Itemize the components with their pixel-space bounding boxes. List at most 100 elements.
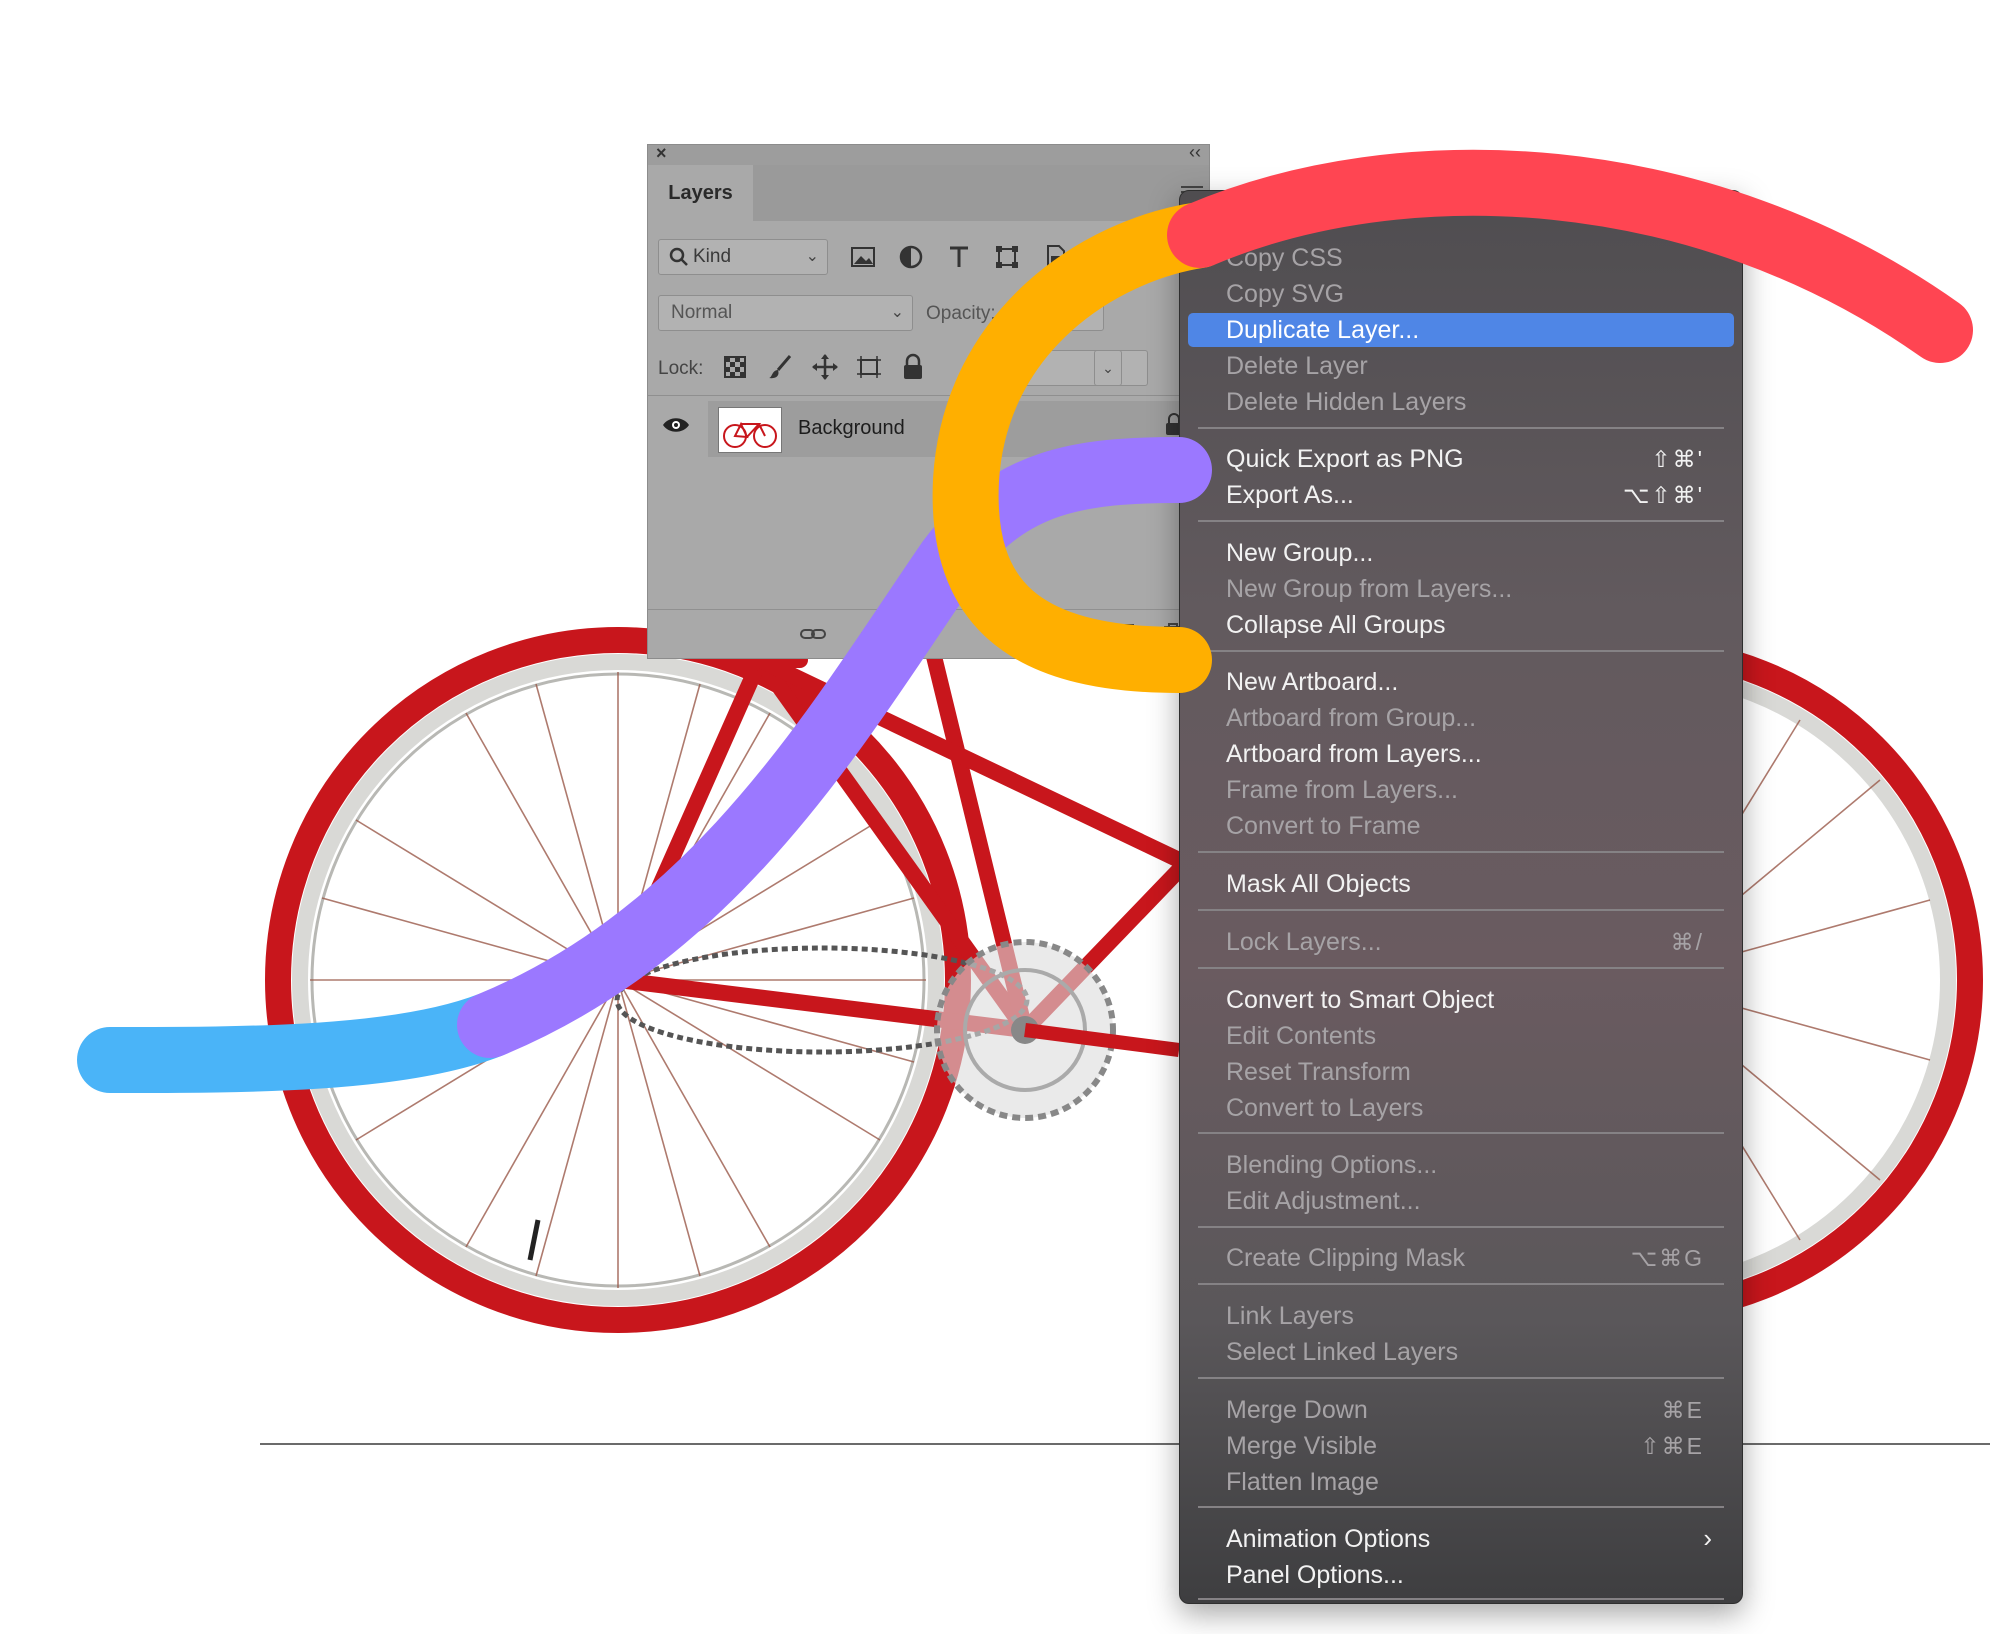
menu-item-label: Convert to Smart Object (1226, 986, 1495, 1014)
menu-item-label: New Group from Layers... (1226, 575, 1513, 603)
menu-item-shortcut: ⇧⌘' (1651, 446, 1704, 472)
collapse-icon[interactable]: ‹‹ (1189, 142, 1201, 163)
menu-item-shortcut: ⌘E (1661, 1397, 1704, 1423)
menu-separator (1198, 1132, 1724, 1134)
menu-item-new-artboard[interactable]: New Artboard... (1188, 665, 1734, 699)
menu-item-convert-to-frame[interactable]: Convert to Frame (1188, 809, 1734, 843)
fill-field[interactable] (1008, 350, 1148, 386)
menu-item-label: Collapse All Groups (1226, 611, 1446, 639)
menu-separator (1198, 909, 1724, 911)
new-layer-icon[interactable] (1110, 620, 1140, 648)
menu-item-shortcut: ⌥⇧⌘' (1622, 482, 1704, 508)
menu-item-label: Copy CSS (1226, 244, 1343, 272)
layer-row-background[interactable]: Background (708, 401, 1209, 457)
smart-object-filter-icon[interactable] (1040, 242, 1070, 272)
menu-separator (1198, 1226, 1724, 1228)
chevron-right-icon: › (1703, 1523, 1712, 1553)
menu-item-reset-transform[interactable]: Reset Transform (1188, 1055, 1734, 1089)
filter-toggle-icon[interactable] (1088, 242, 1118, 272)
menu-item-convert-to-smart-object[interactable]: Convert to Smart Object (1188, 983, 1734, 1017)
menu-item-label: New Artboard... (1226, 668, 1399, 696)
menu-item-collapse-all-groups[interactable]: Collapse All Groups (1188, 608, 1734, 642)
shape-filter-icon[interactable] (992, 242, 1022, 272)
menu-item-edit-adjustment[interactable]: Edit Adjustment... (1188, 1184, 1734, 1218)
link-icon[interactable] (798, 620, 828, 648)
menu-item-shortcut: ⌘/ (1670, 929, 1704, 955)
opacity-field[interactable]: 1 (1014, 295, 1104, 331)
menu-item-export-as[interactable]: Export As... ⌥⇧⌘' (1188, 478, 1734, 512)
menu-item-select-linked-layers[interactable]: Select Linked Layers (1188, 1335, 1734, 1369)
tab-layers[interactable]: Layers (648, 165, 753, 221)
menu-item-mask-all-objects[interactable]: Mask All Objects (1188, 867, 1734, 901)
layers-panel: × ‹‹ Layers Kind ⌄ Normal ⌄ Opacity: 1 L… (647, 142, 1210, 659)
fx-icon[interactable]: f (854, 620, 884, 648)
menu-item-label: Quick Export as PNG (1226, 445, 1464, 473)
menu-separator (1198, 650, 1724, 652)
menu-item-artboard-from-layers[interactable]: Artboard from Layers... (1188, 737, 1734, 771)
filter-kind-select[interactable]: Kind ⌄ (658, 239, 828, 275)
menu-item-shortcut: ⌥⌘G (1630, 1245, 1704, 1271)
menu-item-link-layers[interactable]: Link Layers (1188, 1299, 1734, 1333)
lock-all-icon[interactable] (898, 352, 928, 382)
panel-title-bar: × ‹‹ (648, 142, 1209, 165)
menu-separator (1198, 1283, 1724, 1285)
menu-item-copy-css[interactable]: Copy CSS (1188, 241, 1734, 275)
menu-item-label: Frame from Layers... (1226, 776, 1458, 804)
menu-item-new-group[interactable]: New Group... (1188, 536, 1734, 570)
menu-item-label: Blending Options... (1226, 1151, 1438, 1179)
menu-item-animation-options[interactable]: Animation Options › (1188, 1522, 1734, 1556)
menu-item-create-clipping-mask[interactable]: Create Clipping Mask ⌥⌘G (1188, 1241, 1734, 1275)
menu-item-label: Artboard from Group... (1226, 704, 1477, 732)
lock-position-icon[interactable] (810, 352, 840, 382)
menu-separator (1198, 427, 1724, 429)
lock-image-pixels-icon[interactable] (766, 352, 796, 382)
blend-row: Normal ⌄ Opacity: 1 (658, 295, 1199, 333)
menu-item-artboard-from-group[interactable]: Artboard from Group... (1188, 701, 1734, 735)
lock-artboard-icon[interactable] (854, 352, 884, 382)
menu-separator (1198, 520, 1724, 522)
menu-item-convert-to-layers[interactable]: Convert to Layers (1188, 1091, 1734, 1125)
chevron-down-icon: ⌄ (805, 248, 819, 265)
lock-transparent-pixels-icon[interactable] (720, 352, 750, 382)
menu-item-label: Convert to Layers (1226, 1094, 1424, 1122)
close-icon[interactable]: × (656, 143, 667, 164)
pixel-filter-icon[interactable] (848, 242, 878, 272)
menu-item-frame-from-layers[interactable]: Frame from Layers... (1188, 773, 1734, 807)
chevron-down-icon: ⌄ (890, 304, 904, 321)
panel-tab-bar: Layers (648, 165, 1209, 221)
menu-separator (1198, 1506, 1724, 1508)
menu-item-lock-layers[interactable]: Lock Layers... ⌘/ (1188, 925, 1734, 959)
lock-row: Lock: ⌄ (658, 350, 1199, 388)
menu-item-flatten-image[interactable]: Flatten Image (1188, 1465, 1734, 1499)
divider (648, 395, 1209, 396)
menu-item-new-group-from-layers[interactable]: New Group from Layers... (1188, 572, 1734, 606)
panel-footer: f (648, 609, 1209, 658)
menu-item-copy-svg[interactable]: Copy SVG (1188, 277, 1734, 311)
menu-item-label: Delete Hidden Layers (1226, 388, 1467, 416)
layer-name[interactable]: Background (798, 417, 905, 440)
opacity-label: Opacity: (926, 303, 996, 324)
layer-thumbnail (718, 407, 782, 453)
menu-item-merge-down[interactable]: Merge Down ⌘E (1188, 1393, 1734, 1427)
chevron-down-icon[interactable]: ⌄ (1094, 350, 1122, 386)
menu-item-shortcut: ⇧⌘E (1640, 1433, 1704, 1459)
eye-icon[interactable] (662, 415, 690, 435)
blend-mode-select[interactable]: Normal ⌄ (658, 295, 913, 331)
menu-item-delete-hidden-layers[interactable]: Delete Hidden Layers (1188, 385, 1734, 419)
menu-item-delete-layer[interactable]: Delete Layer (1188, 349, 1734, 383)
menu-item-label: Merge Visible (1226, 1432, 1378, 1460)
menu-separator (1198, 851, 1724, 853)
menu-item-blending-options[interactable]: Blending Options... (1188, 1148, 1734, 1182)
menu-item-panel-options[interactable]: Panel Options... (1188, 1558, 1734, 1592)
layers-context-menu: Copy CSS Copy SVG Duplicate Layer... Del… (1179, 190, 1743, 1604)
menu-item-quick-export-png[interactable]: Quick Export as PNG ⇧⌘' (1188, 442, 1734, 476)
menu-item-label: Artboard from Layers... (1226, 740, 1482, 768)
type-filter-icon[interactable] (944, 242, 974, 272)
menu-item-duplicate-layer[interactable]: Duplicate Layer... (1188, 313, 1734, 347)
menu-item-label: Lock Layers... (1226, 928, 1382, 956)
menu-item-label: Duplicate Layer... (1226, 316, 1420, 344)
menu-item-label: Panel Options... (1226, 1561, 1404, 1589)
menu-item-edit-contents[interactable]: Edit Contents (1188, 1019, 1734, 1053)
menu-item-merge-visible[interactable]: Merge Visible ⇧⌘E (1188, 1429, 1734, 1463)
adjustment-filter-icon[interactable] (896, 242, 926, 272)
